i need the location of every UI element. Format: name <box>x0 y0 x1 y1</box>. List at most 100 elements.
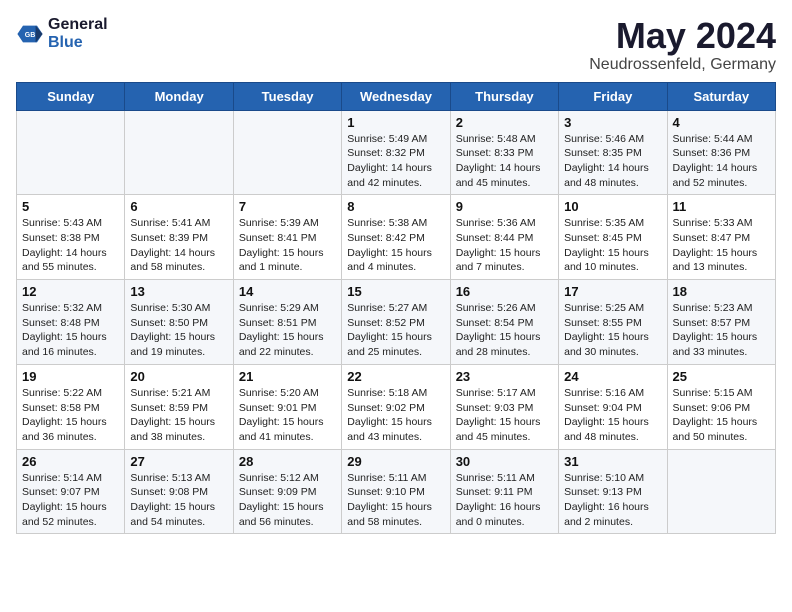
day-info: Sunrise: 5:26 AM Sunset: 8:54 PM Dayligh… <box>456 301 553 360</box>
calendar-cell: 9 Sunrise: 5:36 AM Sunset: 8:44 PM Daylig… <box>450 195 558 280</box>
calendar-cell: 15 Sunrise: 5:27 AM Sunset: 8:52 PM Dayli… <box>342 280 450 365</box>
day-info: Sunrise: 5:41 AM Sunset: 8:39 PM Dayligh… <box>130 216 227 275</box>
weekday-wednesday: Wednesday <box>342 82 450 110</box>
calendar-cell: 19 Sunrise: 5:22 AM Sunset: 8:58 PM Dayli… <box>17 364 125 449</box>
day-number: 8 <box>347 199 444 214</box>
day-info: Sunrise: 5:27 AM Sunset: 8:52 PM Dayligh… <box>347 301 444 360</box>
day-number: 5 <box>22 199 119 214</box>
day-number: 7 <box>239 199 336 214</box>
calendar-cell: 3Sunrise: 5:46 AM Sunset: 8:35 PM Daylig… <box>559 110 667 195</box>
day-info: Sunrise: 5:23 AM Sunset: 8:57 PM Dayligh… <box>673 301 770 360</box>
weekday-friday: Friday <box>559 82 667 110</box>
calendar-cell: 4Sunrise: 5:44 AM Sunset: 8:36 PM Daylig… <box>667 110 775 195</box>
day-number: 21 <box>239 369 336 384</box>
day-info: Sunrise: 5:22 AM Sunset: 8:58 PM Dayligh… <box>22 386 119 445</box>
weekday-thursday: Thursday <box>450 82 558 110</box>
day-info: Sunrise: 5:16 AM Sunset: 9:04 PM Dayligh… <box>564 386 661 445</box>
day-number: 27 <box>130 454 227 469</box>
calendar-cell: 6 Sunrise: 5:41 AM Sunset: 8:39 PM Daylig… <box>125 195 233 280</box>
day-info: Sunrise: 5:20 AM Sunset: 9:01 PM Dayligh… <box>239 386 336 445</box>
calendar-cell: 22 Sunrise: 5:18 AM Sunset: 9:02 PM Dayli… <box>342 364 450 449</box>
day-number: 16 <box>456 284 553 299</box>
calendar-cell: 26 Sunrise: 5:14 AM Sunset: 9:07 PM Dayli… <box>17 449 125 534</box>
day-number: 13 <box>130 284 227 299</box>
calendar-cell: 5 Sunrise: 5:43 AM Sunset: 8:38 PM Daylig… <box>17 195 125 280</box>
day-number: 1 <box>347 115 444 130</box>
day-info: Sunrise: 5:13 AM Sunset: 9:08 PM Dayligh… <box>130 471 227 530</box>
day-number: 19 <box>22 369 119 384</box>
location: Neudrossenfeld, Germany <box>589 56 776 74</box>
calendar-cell: 14Sunrise: 5:29 AM Sunset: 8:51 PM Dayli… <box>233 280 341 365</box>
calendar-cell: 24 Sunrise: 5:16 AM Sunset: 9:04 PM Dayli… <box>559 364 667 449</box>
weekday-header-row: SundayMondayTuesdayWednesdayThursdayFrid… <box>17 82 776 110</box>
day-number: 28 <box>239 454 336 469</box>
day-info: Sunrise: 5:35 AM Sunset: 8:45 PM Dayligh… <box>564 216 661 275</box>
day-number: 18 <box>673 284 770 299</box>
calendar-cell: 17Sunrise: 5:25 AM Sunset: 8:55 PM Dayli… <box>559 280 667 365</box>
calendar-cell: 28 Sunrise: 5:12 AM Sunset: 9:09 PM Dayli… <box>233 449 341 534</box>
svg-text:GB: GB <box>25 32 36 39</box>
calendar-cell: 10 Sunrise: 5:35 AM Sunset: 8:45 PM Dayli… <box>559 195 667 280</box>
calendar-cell: 23 Sunrise: 5:17 AM Sunset: 9:03 PM Dayli… <box>450 364 558 449</box>
day-number: 29 <box>347 454 444 469</box>
day-number: 9 <box>456 199 553 214</box>
logo-text: General Blue <box>48 16 108 52</box>
calendar-week-4: 19 Sunrise: 5:22 AM Sunset: 8:58 PM Dayli… <box>17 364 776 449</box>
calendar-cell <box>125 110 233 195</box>
calendar-week-2: 5 Sunrise: 5:43 AM Sunset: 8:38 PM Daylig… <box>17 195 776 280</box>
day-info: Sunrise: 5:38 AM Sunset: 8:42 PM Dayligh… <box>347 216 444 275</box>
day-info: Sunrise: 5:49 AM Sunset: 8:32 PM Dayligh… <box>347 132 444 191</box>
day-number: 17 <box>564 284 661 299</box>
day-number: 23 <box>456 369 553 384</box>
calendar-cell: 20Sunrise: 5:21 AM Sunset: 8:59 PM Dayli… <box>125 364 233 449</box>
logo: GB General Blue <box>16 16 108 52</box>
day-number: 26 <box>22 454 119 469</box>
day-info: Sunrise: 5:17 AM Sunset: 9:03 PM Dayligh… <box>456 386 553 445</box>
day-number: 25 <box>673 369 770 384</box>
day-info: Sunrise: 5:15 AM Sunset: 9:06 PM Dayligh… <box>673 386 770 445</box>
day-info: Sunrise: 5:32 AM Sunset: 8:48 PM Dayligh… <box>22 301 119 360</box>
day-info: Sunrise: 5:11 AM Sunset: 9:11 PM Dayligh… <box>456 471 553 530</box>
calendar-week-3: 12 Sunrise: 5:32 AM Sunset: 8:48 PM Dayli… <box>17 280 776 365</box>
day-number: 20 <box>130 369 227 384</box>
calendar-cell: 1 Sunrise: 5:49 AM Sunset: 8:32 PM Daylig… <box>342 110 450 195</box>
day-number: 30 <box>456 454 553 469</box>
title-block: May 2024 Neudrossenfeld, Germany <box>589 16 776 74</box>
day-number: 10 <box>564 199 661 214</box>
day-number: 11 <box>673 199 770 214</box>
day-info: Sunrise: 5:39 AM Sunset: 8:41 PM Dayligh… <box>239 216 336 275</box>
day-number: 6 <box>130 199 227 214</box>
day-info: Sunrise: 5:33 AM Sunset: 8:47 PM Dayligh… <box>673 216 770 275</box>
calendar-cell: 18 Sunrise: 5:23 AM Sunset: 8:57 PM Dayli… <box>667 280 775 365</box>
day-number: 31 <box>564 454 661 469</box>
calendar-cell: 25 Sunrise: 5:15 AM Sunset: 9:06 PM Dayli… <box>667 364 775 449</box>
day-info: Sunrise: 5:36 AM Sunset: 8:44 PM Dayligh… <box>456 216 553 275</box>
calendar-cell <box>233 110 341 195</box>
day-number: 24 <box>564 369 661 384</box>
day-info: Sunrise: 5:29 AM Sunset: 8:51 PM Dayligh… <box>239 301 336 360</box>
day-info: Sunrise: 5:11 AM Sunset: 9:10 PM Dayligh… <box>347 471 444 530</box>
day-number: 15 <box>347 284 444 299</box>
calendar-cell: 30 Sunrise: 5:11 AM Sunset: 9:11 PM Dayli… <box>450 449 558 534</box>
day-number: 3 <box>564 115 661 130</box>
calendar-cell: 16 Sunrise: 5:26 AM Sunset: 8:54 PM Dayli… <box>450 280 558 365</box>
day-number: 22 <box>347 369 444 384</box>
calendar-cell: 8 Sunrise: 5:38 AM Sunset: 8:42 PM Daylig… <box>342 195 450 280</box>
day-info: Sunrise: 5:43 AM Sunset: 8:38 PM Dayligh… <box>22 216 119 275</box>
calendar-table: SundayMondayTuesdayWednesdayThursdayFrid… <box>16 82 776 535</box>
day-info: Sunrise: 5:14 AM Sunset: 9:07 PM Dayligh… <box>22 471 119 530</box>
calendar-cell <box>17 110 125 195</box>
day-info: Sunrise: 5:12 AM Sunset: 9:09 PM Dayligh… <box>239 471 336 530</box>
day-info: Sunrise: 5:18 AM Sunset: 9:02 PM Dayligh… <box>347 386 444 445</box>
day-info: Sunrise: 5:10 AM Sunset: 9:13 PM Dayligh… <box>564 471 661 530</box>
weekday-tuesday: Tuesday <box>233 82 341 110</box>
calendar-cell: 29 Sunrise: 5:11 AM Sunset: 9:10 PM Dayli… <box>342 449 450 534</box>
calendar-cell: 21 Sunrise: 5:20 AM Sunset: 9:01 PM Dayli… <box>233 364 341 449</box>
calendar-cell: 13Sunrise: 5:30 AM Sunset: 8:50 PM Dayli… <box>125 280 233 365</box>
calendar-week-5: 26 Sunrise: 5:14 AM Sunset: 9:07 PM Dayli… <box>17 449 776 534</box>
calendar-cell: 27 Sunrise: 5:13 AM Sunset: 9:08 PM Dayli… <box>125 449 233 534</box>
month-title: May 2024 <box>589 16 776 56</box>
weekday-sunday: Sunday <box>17 82 125 110</box>
calendar-cell: 7 Sunrise: 5:39 AM Sunset: 8:41 PM Daylig… <box>233 195 341 280</box>
day-number: 12 <box>22 284 119 299</box>
